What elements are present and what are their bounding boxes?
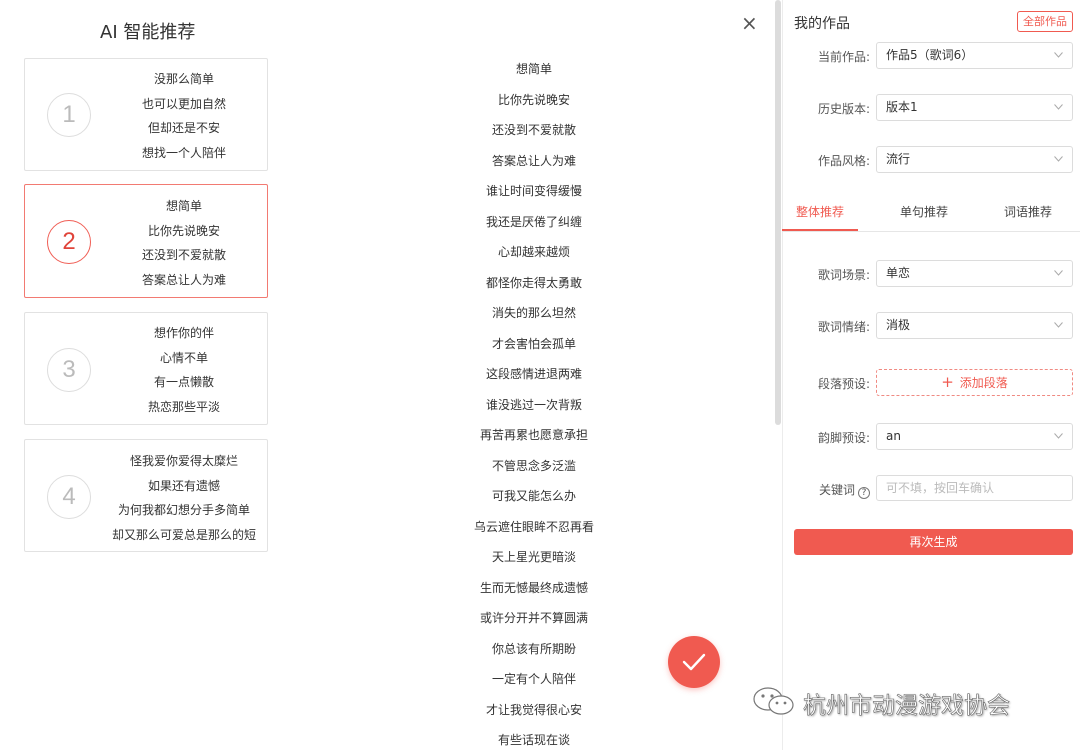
chevron-down-icon bbox=[1054, 322, 1063, 328]
plus-icon: + bbox=[941, 373, 954, 391]
help-icon[interactable]: ? bbox=[858, 487, 870, 499]
card-line: 热恋那些平淡 bbox=[147, 399, 220, 414]
wechat-icon bbox=[753, 687, 794, 715]
lyric-line: 一定有个人陪伴 bbox=[491, 672, 576, 686]
lyric-line: 比你先说晚安 bbox=[497, 92, 570, 107]
all-works-button[interactable]: 全部作品 bbox=[1017, 11, 1073, 32]
card-number-1: 1 bbox=[47, 93, 91, 137]
lyric-line: 天上星光更暗淡 bbox=[491, 550, 576, 564]
lyric-scene-select[interactable]: 单恋 bbox=[876, 260, 1073, 287]
lyric-line: 消失的那么坦然 bbox=[491, 306, 576, 320]
card-line: 怪我爱你爱得太糜烂 bbox=[129, 454, 238, 468]
regenerate-button[interactable]: 再次生成 bbox=[794, 529, 1073, 555]
keyword-input[interactable]: 可不填，按回车确认 bbox=[876, 475, 1073, 501]
lyric-line: 答案总让人为难 bbox=[491, 153, 576, 168]
keyword-label-wrap: 关键词? bbox=[780, 481, 870, 499]
suggestion-card-4[interactable]: 4 怪我爱你爱得太糜烂 如果还有遗憾 为何我都幻想分手多简单 却又那么可爱总是那… bbox=[24, 439, 268, 552]
lyric-line: 生而无憾最终成遗憾 bbox=[479, 580, 588, 595]
work-style-value: 流行 bbox=[886, 152, 911, 166]
tab-word[interactable]: 词语推荐 bbox=[990, 196, 1066, 231]
lyric-line: 谁让时间变得缓慢 bbox=[485, 184, 582, 198]
lyric-line: 都怪你走得太勇敢 bbox=[485, 275, 582, 290]
lyric-scene-value: 单恋 bbox=[886, 266, 911, 280]
card-line: 心情不单 bbox=[159, 350, 208, 365]
history-version-label: 历史版本: bbox=[817, 102, 870, 116]
current-work-label: 当前作品: bbox=[817, 50, 870, 64]
card-line: 想简单 bbox=[165, 199, 202, 213]
lyric-line: 可我又能怎么办 bbox=[491, 489, 576, 503]
recommend-title: AI 智能推荐 bbox=[100, 22, 196, 43]
chevron-down-icon bbox=[1054, 52, 1063, 58]
close-icon[interactable]: × bbox=[741, 9, 758, 37]
add-paragraph-button[interactable]: + 添加段落 bbox=[876, 369, 1073, 396]
lyrics-preview: 想简单 比你先说晚安 还没到不爱就散 答案总让人为难 谁让时间变得缓慢 我还是厌… bbox=[440, 58, 628, 750]
card-number-2: 2 bbox=[47, 220, 91, 264]
lyric-scene-label: 歌词场景: bbox=[817, 268, 870, 282]
lyric-line: 你总该有所期盼 bbox=[491, 641, 576, 656]
lyric-line: 有些话现在谈 bbox=[497, 733, 570, 747]
my-works-title: 我的作品 bbox=[794, 16, 850, 32]
lyric-mood-select[interactable]: 消极 bbox=[876, 312, 1073, 339]
card-line: 有一点懒散 bbox=[153, 375, 214, 389]
suggestion-card-2[interactable]: 2 想简单 比你先说晚安 还没到不爱就散 答案总让人为难 bbox=[24, 184, 268, 298]
lyric-mood-value: 消极 bbox=[886, 318, 911, 332]
lyric-mood-label: 歌词情绪: bbox=[817, 320, 870, 334]
card-line: 为何我都幻想分手多简单 bbox=[117, 503, 250, 517]
current-work-select[interactable]: 作品5（歌词6） bbox=[876, 42, 1073, 69]
lyric-line: 心却越来越烦 bbox=[497, 245, 570, 259]
lyric-line: 这段感情进退两难 bbox=[485, 367, 582, 381]
lyric-line: 或许分开并不算圆满 bbox=[479, 611, 588, 625]
card-line: 还没到不爱就散 bbox=[141, 248, 226, 262]
history-version-select[interactable]: 版本1 bbox=[876, 94, 1073, 121]
card-line: 如果还有遗憾 bbox=[147, 478, 220, 493]
card-line: 比你先说晚安 bbox=[147, 223, 220, 238]
current-work-value: 作品5（歌词6） bbox=[886, 48, 974, 62]
recommend-tabs: 整体推荐 单句推荐 词语推荐 bbox=[782, 196, 1080, 232]
chevron-down-icon bbox=[1054, 433, 1063, 439]
card-line: 但却还是不安 bbox=[147, 121, 220, 135]
lyric-line: 我还是厌倦了纠缠 bbox=[485, 214, 582, 229]
paragraph-preset-label: 段落预设: bbox=[817, 377, 870, 391]
confirm-button[interactable] bbox=[668, 636, 720, 688]
lyric-line: 再苦再累也愿意承担 bbox=[479, 428, 588, 442]
card-line: 却又那么可爱总是那么的短 bbox=[111, 527, 256, 542]
card-line: 也可以更加自然 bbox=[141, 96, 226, 111]
lyric-line: 才会害怕会孤单 bbox=[491, 336, 576, 351]
card-line: 答案总让人为难 bbox=[141, 272, 226, 287]
work-style-select[interactable]: 流行 bbox=[876, 146, 1073, 173]
add-paragraph-label: 添加段落 bbox=[959, 376, 1008, 390]
lyric-line: 乌云遮住眼眸不忍再看 bbox=[473, 519, 594, 534]
suggestion-card-1[interactable]: 1 没那么简单 也可以更加自然 但却还是不安 想找一个人陪伴 bbox=[24, 58, 268, 171]
rhyme-preset-select[interactable]: an bbox=[876, 423, 1073, 450]
lyric-line: 想简单 bbox=[515, 62, 552, 76]
card-line: 想作你的伴 bbox=[153, 326, 214, 340]
tab-overall[interactable]: 整体推荐 bbox=[782, 196, 858, 231]
tab-sentence[interactable]: 单句推荐 bbox=[886, 196, 962, 231]
rhyme-preset-value: an bbox=[886, 429, 901, 443]
lyric-line: 谁没逃过一次背叛 bbox=[485, 397, 582, 412]
suggestion-card-3[interactable]: 3 想作你的伴 心情不单 有一点懒散 热恋那些平淡 bbox=[24, 312, 268, 425]
card-line: 想找一个人陪伴 bbox=[141, 145, 226, 160]
chevron-down-icon bbox=[1054, 156, 1063, 162]
lyric-line: 还没到不爱就散 bbox=[491, 123, 576, 137]
check-icon bbox=[682, 653, 706, 671]
watermark-text: 杭州市动漫游戏协会 bbox=[803, 693, 1011, 720]
history-version-value: 版本1 bbox=[886, 100, 918, 114]
lyric-line: 不管思念多泛滥 bbox=[491, 458, 576, 473]
work-style-label: 作品风格: bbox=[817, 154, 870, 168]
rhyme-preset-label: 韵脚预设: bbox=[817, 431, 870, 445]
chevron-down-icon bbox=[1054, 104, 1063, 110]
chevron-down-icon bbox=[1054, 270, 1063, 276]
card-number-3: 3 bbox=[47, 348, 91, 392]
keyword-placeholder: 可不填，按回车确认 bbox=[886, 481, 995, 495]
card-line: 没那么简单 bbox=[153, 72, 214, 86]
keyword-label: 关键词 bbox=[818, 483, 855, 497]
card-number-4: 4 bbox=[47, 475, 91, 519]
lyric-line: 才让我觉得很心安 bbox=[485, 702, 582, 717]
